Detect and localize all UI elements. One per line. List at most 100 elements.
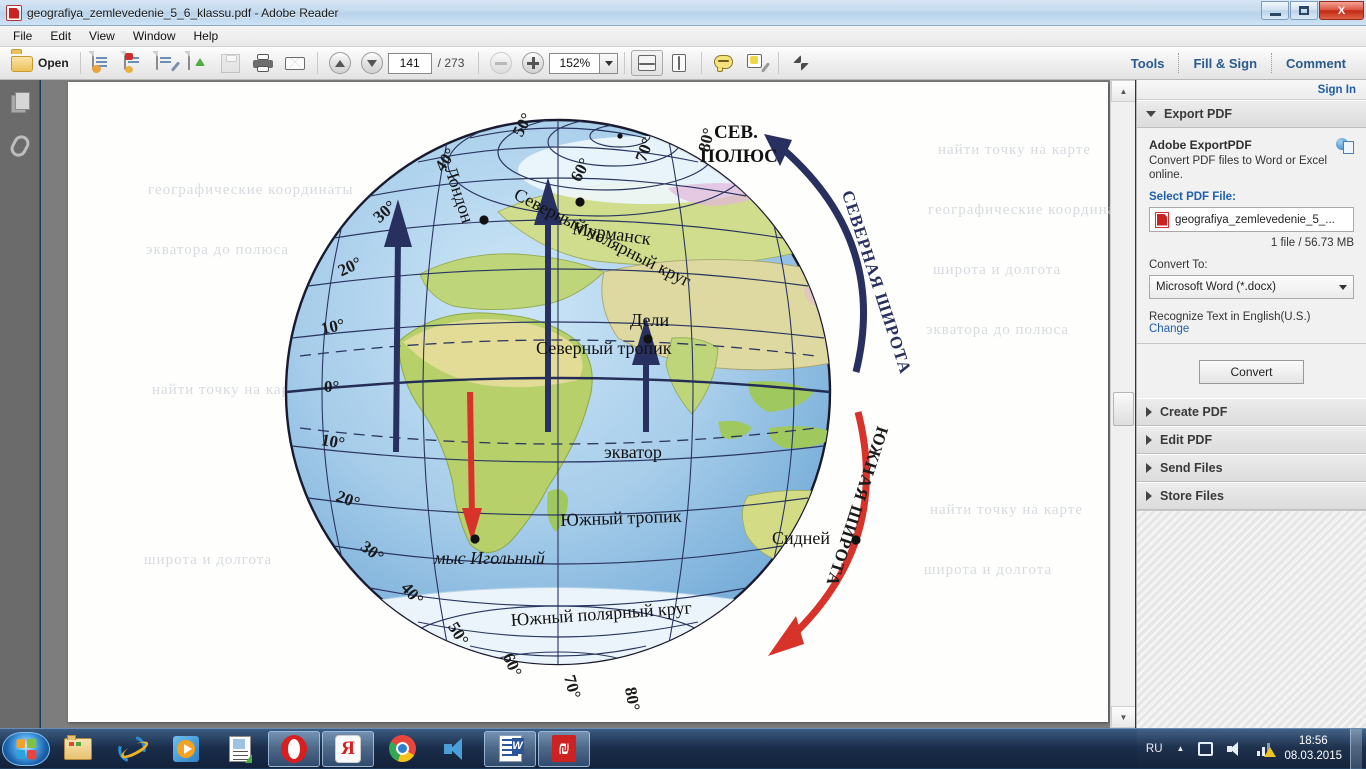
tools-button[interactable]: Tools (1117, 56, 1179, 71)
toolbar-separator (79, 52, 81, 74)
scroll-up-button[interactable]: ▲ (1111, 80, 1135, 102)
open-folder-icon (11, 52, 33, 74)
menu-help[interactable]: Help (185, 27, 228, 45)
create-pdf-button[interactable] (87, 50, 119, 76)
panel-export-pdf-header[interactable]: Export PDF (1137, 100, 1366, 128)
chevron-right-icon (1146, 491, 1152, 501)
previous-page-button[interactable] (324, 50, 356, 76)
opera-icon (281, 734, 307, 763)
save-button[interactable] (215, 50, 247, 76)
taskbar-word[interactable]: W (484, 730, 536, 767)
print-button[interactable] (247, 50, 279, 76)
show-desktop-button[interactable] (1350, 728, 1362, 769)
sign-in-link[interactable]: Sign In (1318, 84, 1356, 96)
highlight-text-button[interactable] (740, 50, 772, 76)
zoom-out-button[interactable] (485, 50, 517, 76)
taskbar-explorer[interactable] (52, 731, 104, 767)
ghost-text: найти точку на карте (930, 502, 1084, 518)
read-mode-button[interactable] (785, 50, 817, 76)
ghost-text: широта и долгота (924, 562, 1053, 578)
network-icon[interactable] (1257, 742, 1277, 757)
lat-tick-10s: 10° (319, 430, 347, 453)
maximize-button[interactable] (1290, 1, 1318, 20)
panel-create-pdf[interactable]: Create PDF (1137, 398, 1366, 426)
speaker-icon (443, 737, 469, 761)
media-player-icon (173, 735, 199, 762)
fit-page-button[interactable] (663, 50, 695, 76)
vertical-scrollbar[interactable]: ▲ ▼ (1110, 80, 1135, 728)
sticky-note-button[interactable] (708, 50, 740, 76)
toolbar-separator (478, 52, 480, 74)
edit-pdf-button[interactable] (151, 50, 183, 76)
fill-and-sign-button[interactable]: Fill & Sign (1179, 56, 1271, 71)
volume-icon[interactable] (1227, 741, 1243, 756)
yandex-icon: Я (335, 734, 361, 763)
fit-width-icon (636, 52, 658, 74)
label-sydney: Сидней (772, 528, 831, 548)
taskbar-volume-app[interactable] (430, 731, 482, 767)
send-files-button[interactable] (183, 50, 215, 76)
file-meta-label: 1 file / 56.73 MB (1270, 237, 1354, 249)
main-toolbar: Open 141 / 273 152% Tools Fill & Sign Co… (0, 47, 1366, 80)
taskbar-internet-explorer[interactable] (106, 730, 158, 767)
dot-murmansk (575, 197, 585, 207)
taskbar-media-player[interactable] (160, 731, 212, 767)
taskbar-notepad[interactable] (214, 731, 266, 767)
next-page-icon (360, 52, 383, 74)
taskbar-opera[interactable] (268, 730, 320, 767)
close-button[interactable]: X (1319, 1, 1364, 20)
zoom-dropdown-button[interactable] (599, 52, 619, 74)
convert-to-select[interactable]: Microsoft Word (*.docx) (1149, 275, 1354, 299)
menu-bar: File Edit View Window Help (0, 26, 1366, 47)
change-language-link[interactable]: Change (1149, 323, 1354, 335)
page-number-input[interactable]: 141 (387, 52, 432, 74)
scrollbar-thumb[interactable] (1113, 392, 1134, 426)
convert-button[interactable]: Convert (1199, 360, 1304, 384)
label-tropic-of-cancer: Северный тропик (536, 338, 672, 358)
scroll-up-icon: ▲ (1119, 86, 1128, 96)
language-indicator[interactable]: RU (1146, 743, 1163, 755)
taskbar-adobe-reader[interactable]: ₪ (538, 730, 590, 767)
comment-button[interactable]: Comment (1272, 56, 1360, 71)
windows-logo-icon (16, 738, 37, 759)
window-title: geografiya_zemlevedenie_5_6_klassu.pdf -… (27, 5, 339, 20)
windows-taskbar: Я W ₪ RU ▲ 18:56 08.03.2015 (0, 728, 1366, 769)
taskbar-chrome[interactable] (376, 731, 428, 767)
dot-london (479, 215, 489, 225)
export-pdf-button[interactable] (119, 50, 151, 76)
action-center-icon[interactable] (1198, 741, 1214, 756)
panel-store-files[interactable]: Store Files (1137, 482, 1366, 510)
panel-edit-pdf[interactable]: Edit PDF (1137, 426, 1366, 454)
panel-edit-pdf-label: Edit PDF (1160, 433, 1213, 447)
zoom-level-input[interactable]: 152% (549, 52, 600, 74)
menu-edit[interactable]: Edit (41, 27, 80, 45)
menu-window[interactable]: Window (124, 27, 185, 45)
scroll-down-button[interactable]: ▼ (1111, 706, 1135, 728)
attachments-button[interactable] (0, 124, 40, 168)
label-equator: экватор (604, 442, 662, 462)
selected-file-box[interactable]: geografiya_zemlevedenie_5_... (1149, 207, 1354, 232)
ghost-text: найти точку на карте (938, 142, 1092, 158)
minimize-button[interactable] (1261, 1, 1289, 20)
show-hidden-icons-button[interactable]: ▲ (1177, 744, 1185, 753)
taskbar-clock[interactable]: 18:56 08.03.2015 (1284, 734, 1342, 764)
next-page-button[interactable] (356, 50, 388, 76)
panel-send-files-label: Send Files (1160, 461, 1223, 475)
taskbar-yandex[interactable]: Я (322, 730, 374, 767)
pdf-file-icon (6, 4, 22, 21)
fit-width-button[interactable] (631, 50, 664, 76)
document-viewer[interactable]: найти точку на карте географические коор… (41, 80, 1135, 728)
dot-north-pole (617, 133, 623, 139)
email-button[interactable] (279, 50, 311, 76)
start-button[interactable] (2, 731, 50, 766)
zoom-in-button[interactable] (517, 50, 549, 76)
open-button[interactable]: Open (6, 50, 74, 76)
convert-to-label: Convert To: (1149, 259, 1208, 271)
menu-view[interactable]: View (80, 27, 124, 45)
menu-file[interactable]: File (4, 27, 41, 45)
page-thumbnails-button[interactable] (0, 80, 40, 124)
tools-right-panel: Sign In Export PDF Adobe ExportPDF Conve… (1136, 80, 1366, 768)
panel-send-files[interactable]: Send Files (1137, 454, 1366, 482)
recognize-text-label: Recognize Text in English(U.S.) (1149, 311, 1311, 323)
zoom-in-icon (522, 52, 545, 74)
